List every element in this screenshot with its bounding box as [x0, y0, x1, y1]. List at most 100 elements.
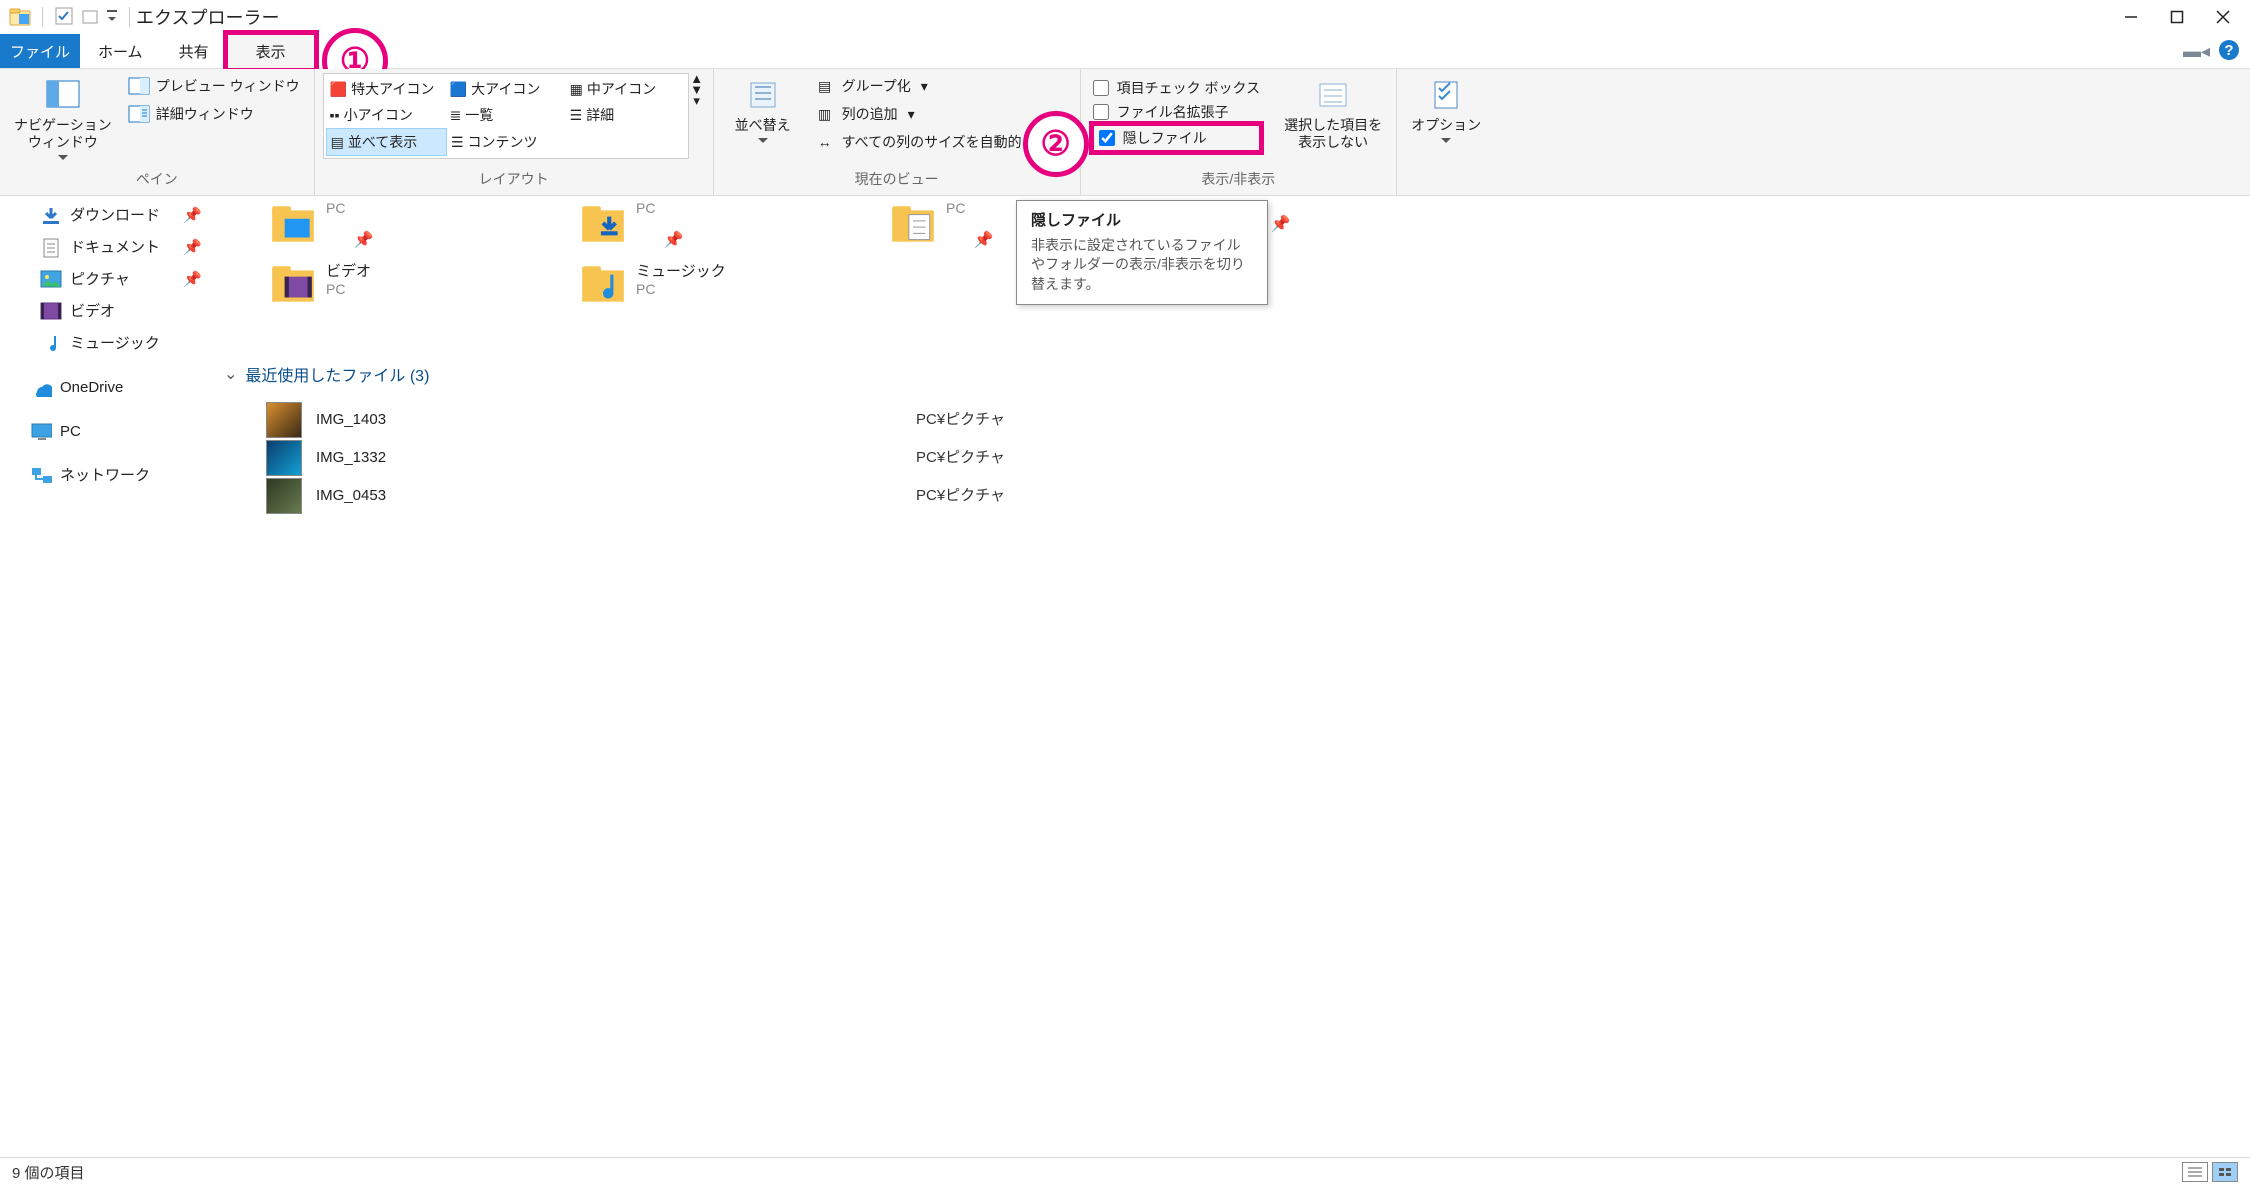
ribbon-tab-bar: ファイル ホーム 共有 表示 ① ▬◂ ?	[0, 34, 2250, 69]
svg-text:?: ?	[2224, 42, 2233, 59]
checkbox-item-checkboxes[interactable]: 項目チェック ボックス	[1093, 77, 1260, 99]
tab-view[interactable]: 表示	[227, 34, 315, 69]
ribbon-group-current-view: 並べ替え ▤グループ化▾ ▥列の追加▾ ↔すべての列のサイズを自動的に変更する …	[713, 69, 1080, 195]
minimize-ribbon-icon[interactable]: ▬◂	[2183, 41, 2210, 62]
pin-icon: 📌	[973, 230, 993, 250]
nav-item-onedrive[interactable]: OneDrive	[0, 372, 218, 404]
nav-item-pictures[interactable]: ピクチャ📌	[0, 264, 218, 296]
window-close-button[interactable]	[2200, 2, 2246, 32]
nav-item-downloads[interactable]: ダウンロード📌	[0, 200, 218, 232]
image-thumbnail	[266, 402, 302, 438]
qat-properties-icon[interactable]	[53, 5, 75, 30]
help-icon[interactable]: ?	[2218, 39, 2240, 64]
chevron-down-icon	[1441, 138, 1451, 144]
tab-home[interactable]: ホーム	[80, 34, 161, 68]
layout-extra-large[interactable]: 🟥特大アイコン	[326, 76, 446, 102]
nav-pane-button[interactable]: ナビゲーション ウィンドウ	[8, 73, 118, 165]
pin-icon: 📌	[663, 230, 683, 250]
ribbon-group-caption	[1405, 169, 1487, 195]
hide-selected-button[interactable]: 選択した項目を 表示しない	[1278, 73, 1388, 155]
pin-icon: 📌	[183, 237, 202, 259]
music-folder-icon	[578, 260, 628, 310]
folder-tile[interactable]: PC 📌	[268, 200, 373, 250]
folder-tile[interactable]: ミュージックPC	[578, 260, 726, 310]
ribbon-group-show-hide: 項目チェック ボックス ファイル名拡張子 隠しファイル 選択した項目を 表示しな…	[1080, 69, 1396, 195]
nav-item-music[interactable]: ミュージック	[0, 328, 218, 360]
sort-by-button[interactable]: 並べ替え	[722, 73, 804, 148]
nav-item-videos[interactable]: ビデオ	[0, 296, 218, 328]
video-icon	[40, 301, 62, 323]
checkbox-hidden-items[interactable]: 隠しファイル	[1093, 125, 1260, 151]
title-bar: エクスプローラー	[0, 0, 2250, 34]
folder-tile[interactable]: PC 📌	[578, 200, 683, 250]
image-thumbnail	[266, 478, 302, 514]
layout-list[interactable]: ≣一覧	[446, 102, 566, 128]
layout-large[interactable]: 🟦大アイコン	[446, 76, 566, 102]
pin-icon: 📌	[353, 230, 373, 250]
size-columns-button[interactable]: ↔すべての列のサイズを自動的に変更する	[808, 129, 1048, 155]
group-header-recent[interactable]: ⌄ 最近使用したファイル (3)	[224, 362, 429, 386]
music-icon	[40, 333, 62, 355]
nav-item-documents[interactable]: ドキュメント📌	[0, 232, 218, 264]
download-icon	[40, 205, 62, 227]
recent-file-row[interactable]: IMG_0453	[266, 478, 386, 514]
pictures-icon	[40, 269, 62, 291]
explorer-icon	[8, 4, 32, 31]
tab-file[interactable]: ファイル	[0, 34, 80, 68]
video-folder-icon	[268, 260, 318, 310]
nav-item-network[interactable]: ネットワーク	[0, 460, 218, 492]
qat-dropdown-icon[interactable]	[105, 5, 119, 30]
chevron-down-icon: ⌄	[224, 364, 237, 384]
nav-item-pc[interactable]: PC	[0, 416, 218, 448]
recent-file-path: PC¥ピクチャ	[916, 408, 1005, 429]
pc-icon	[30, 421, 52, 443]
window-minimize-button[interactable]	[2108, 2, 2154, 32]
document-folder-icon	[888, 200, 938, 250]
qat-new-folder-icon[interactable]	[79, 5, 101, 30]
recent-file-row[interactable]: IMG_1332	[266, 440, 386, 476]
layout-content[interactable]: ☰コンテンツ	[447, 128, 566, 156]
group-by-button[interactable]: ▤グループ化▾	[808, 73, 1048, 99]
chevron-down-icon	[758, 138, 768, 144]
file-view[interactable]: PC 📌 PC 📌 PC 📌 PC 📌 ビデオPC	[218, 196, 2250, 1157]
chevron-down-icon	[58, 155, 68, 161]
pin-icon: 📌	[183, 269, 202, 291]
layout-tiles[interactable]: ▤並べて表示	[326, 128, 447, 156]
folder-tile[interactable]: PC 📌	[888, 200, 993, 250]
options-button[interactable]: オプション	[1405, 73, 1487, 148]
window-maximize-button[interactable]	[2154, 2, 2200, 32]
nav-tree[interactable]: ダウンロード📌 ドキュメント📌 ピクチャ📌 ビデオ ミュージック On	[0, 196, 218, 1157]
image-thumbnail	[266, 440, 302, 476]
tooltip-hidden-items: 隠しファイル 非表示に設定されているファイルやフォルダーの表示/非表示を切り替え…	[1016, 200, 1268, 306]
download-folder-icon	[578, 200, 628, 250]
status-item-count: 9 個の項目	[12, 1162, 85, 1183]
ribbon-group-panes: ナビゲーション ウィンドウ プレビュー ウィンドウ 詳細ウィンドウ ペイン	[0, 69, 314, 195]
pin-icon: 📌	[183, 205, 202, 227]
ribbon-group-options: オプション	[1396, 69, 1495, 195]
layout-details[interactable]: ☰詳細	[566, 102, 686, 128]
network-icon	[30, 465, 52, 487]
document-icon	[40, 237, 62, 259]
view-mode-details-button[interactable]	[2182, 1162, 2208, 1182]
preview-pane-button[interactable]: プレビュー ウィンドウ	[122, 73, 306, 99]
recent-file-path: PC¥ピクチャ	[916, 446, 1005, 467]
details-pane-button[interactable]: 詳細ウィンドウ	[122, 101, 306, 127]
ribbon-group-caption: レイアウト	[323, 165, 705, 195]
checkbox-file-extensions[interactable]: ファイル名拡張子	[1093, 101, 1260, 123]
tab-share[interactable]: 共有	[161, 34, 227, 68]
ribbon-group-caption: ペイン	[8, 165, 306, 195]
desktop-folder-icon	[268, 200, 318, 250]
ribbon-group-layout: 🟥特大アイコン 🟦大アイコン ▦中アイコン ▪▪小アイコン ≣一覧 ☰詳細 ▤並…	[314, 69, 713, 195]
ribbon-group-caption: 現在のビュー	[722, 165, 1072, 195]
window-title: エクスプローラー	[136, 4, 279, 30]
pin-icon: 📌	[1270, 214, 1290, 234]
layout-gallery[interactable]: 🟥特大アイコン 🟦大アイコン ▦中アイコン ▪▪小アイコン ≣一覧 ☰詳細 ▤並…	[323, 73, 689, 159]
content-area: ダウンロード📌 ドキュメント📌 ピクチャ📌 ビデオ ミュージック On	[0, 196, 2250, 1157]
view-mode-icons-button[interactable]	[2212, 1162, 2238, 1182]
ribbon-group-caption: 表示/非表示	[1089, 165, 1388, 195]
folder-tile[interactable]: ビデオPC	[268, 260, 371, 310]
add-columns-button[interactable]: ▥列の追加▾	[808, 101, 1048, 127]
layout-medium[interactable]: ▦中アイコン	[566, 76, 686, 102]
layout-small[interactable]: ▪▪小アイコン	[326, 102, 446, 128]
recent-file-row[interactable]: IMG_1403	[266, 402, 386, 438]
